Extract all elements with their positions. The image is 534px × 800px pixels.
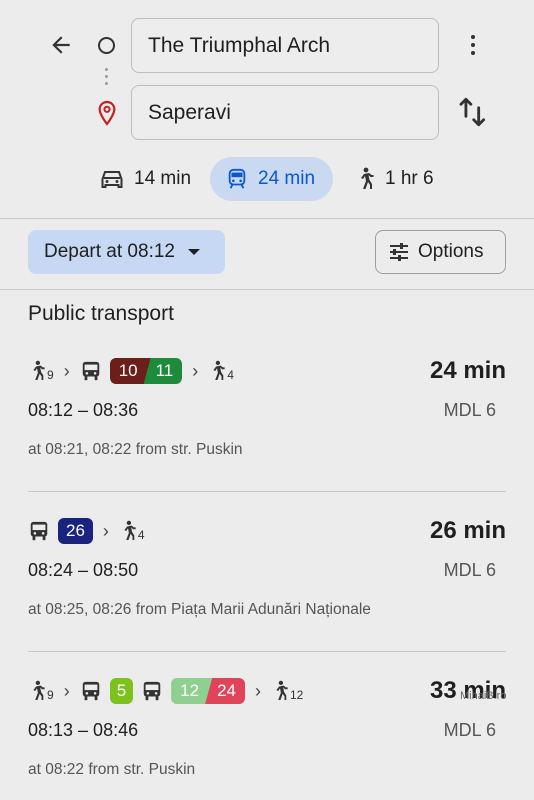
- mode-transit-label: 24 min: [258, 168, 316, 189]
- controls-divider: [0, 289, 534, 290]
- origin-input[interactable]: The Triumphal Arch: [131, 18, 439, 73]
- arrow-back-icon: [52, 36, 70, 54]
- walk-step: 4: [208, 359, 234, 383]
- walk-minutes: 4: [227, 368, 234, 382]
- more-options-icon[interactable]: [460, 28, 486, 62]
- route-departure-info: at 08:21, 08:22 from str. Puskin: [28, 441, 243, 458]
- mode-car-label: 14 min: [134, 168, 192, 189]
- route-divider: [28, 491, 506, 492]
- walk-step: 9: [28, 679, 54, 703]
- route-times: 08:24 – 08:50: [28, 560, 139, 580]
- walk-icon: [213, 360, 225, 380]
- walk-icon: [33, 360, 45, 380]
- walk-minutes: 12: [290, 688, 304, 702]
- line-badge-26: 26: [58, 518, 93, 544]
- route-departure-info: at 08:22 from str. Puskin: [28, 761, 196, 778]
- walk-icon: [276, 680, 288, 700]
- mode-transit-tab[interactable]: 24 min: [210, 157, 333, 201]
- options-button[interactable]: Options: [375, 230, 506, 274]
- route-dots-icon: [105, 68, 108, 89]
- car-icon: [101, 171, 123, 188]
- route-duration: 26 min: [429, 517, 506, 544]
- walk-icon: [361, 167, 374, 189]
- route-times: 08:13 – 08:46: [28, 720, 139, 740]
- route-fare: MDL 6: [443, 400, 496, 420]
- bus-icon: [143, 681, 161, 701]
- line-badge-12-24: 12 24: [171, 678, 245, 704]
- chevron-right-icon: ›: [63, 360, 70, 381]
- bus-icon: [82, 361, 99, 381]
- line-badge-10-11: 10 11: [109, 358, 183, 384]
- route-steps: 9 › 5 12 24 › 12: [28, 676, 303, 706]
- bus-icon: [82, 681, 99, 701]
- dropdown-arrow-icon: [187, 249, 200, 255]
- watermark: MihaiB.ro: [460, 690, 507, 702]
- walk-minutes: 9: [47, 688, 54, 702]
- origin-circle-icon: [98, 37, 115, 54]
- walk-step: 9: [28, 359, 54, 383]
- options-label: Options: [418, 241, 484, 262]
- destination-pin-icon: [98, 100, 116, 126]
- back-button[interactable]: [44, 28, 78, 62]
- section-title: Public transport: [28, 302, 174, 325]
- tune-icon: [390, 243, 408, 261]
- swap-icon[interactable]: [456, 94, 490, 130]
- route-times: 08:12 – 08:36: [28, 400, 139, 420]
- walk-icon: [33, 680, 45, 700]
- walk-icon: [124, 520, 136, 540]
- bus-icon: [30, 521, 48, 541]
- walk-minutes: 4: [137, 528, 145, 542]
- depart-time-label: Depart at 08:12: [44, 241, 175, 262]
- depart-time-dropdown[interactable]: Depart at 08:12: [28, 230, 225, 274]
- header-divider: [0, 218, 534, 219]
- walk-step: 4: [119, 519, 145, 543]
- chevron-right-icon: ›: [102, 520, 109, 541]
- mode-walk-tab[interactable]: 1 hr 6: [355, 157, 434, 201]
- walk-step: 12: [271, 679, 303, 703]
- route-duration: 24 min: [429, 357, 506, 384]
- mode-walk-label: 1 hr 6: [385, 168, 434, 189]
- chevron-right-icon: ›: [63, 680, 70, 701]
- line-badge-5: 5: [109, 678, 134, 704]
- walk-minutes: 9: [47, 368, 54, 382]
- destination-input[interactable]: Saperavi: [131, 85, 439, 140]
- chevron-right-icon: ›: [255, 680, 261, 701]
- route-fare: MDL 6: [443, 720, 496, 740]
- mode-car-tab[interactable]: 14 min: [100, 157, 191, 201]
- chevron-right-icon: ›: [192, 360, 199, 381]
- route-steps: 9 › 10 11 › 4: [28, 356, 234, 386]
- route-fare: MDL 6: [443, 560, 496, 580]
- transit-icon: [228, 168, 246, 189]
- route-steps: 26 › 4: [28, 516, 145, 546]
- route-departure-info: at 08:25, 08:26 from Piața Marii Adunări…: [28, 601, 371, 618]
- route-divider: [28, 651, 506, 652]
